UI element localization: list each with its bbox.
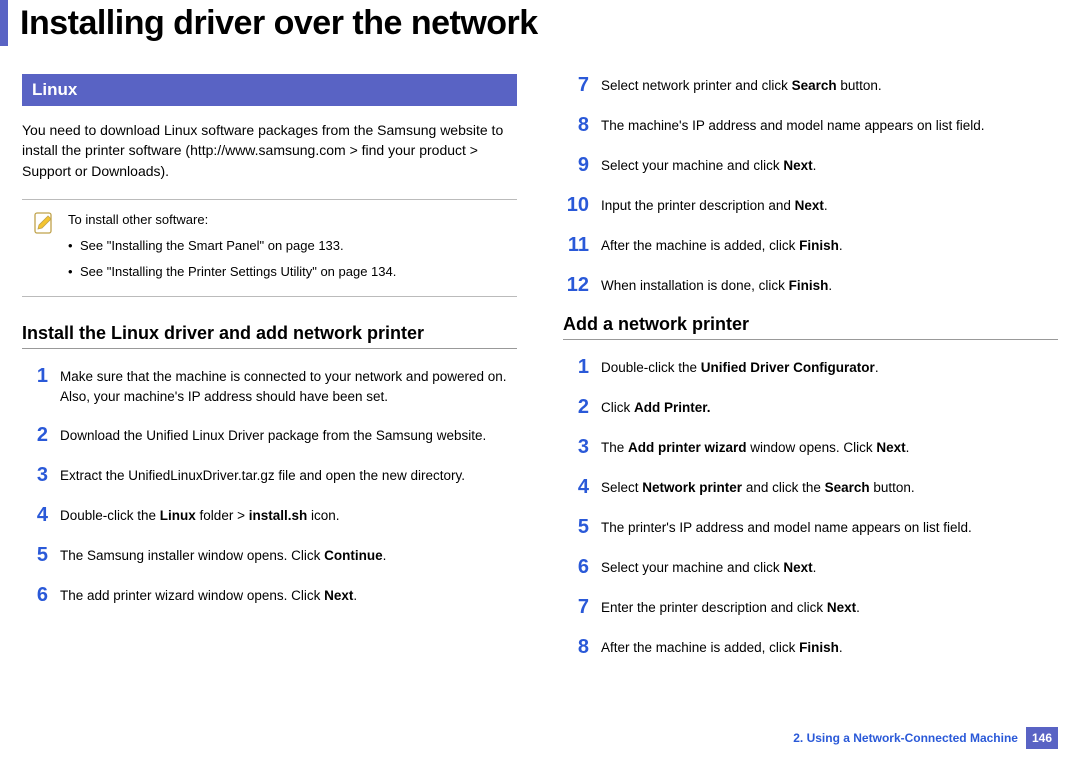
step: 6 Select your machine and click Next. [563,556,1058,578]
step-text: Select your machine and click Next. [601,556,816,578]
note-item-1: See "Installing the Smart Panel" on page… [68,236,396,256]
step: 6 The add printer wizard window opens. Cl… [22,584,517,606]
step-number: 9 [563,154,589,176]
step-number: 11 [563,234,589,256]
step-number: 6 [563,556,589,578]
step: 7 Select network printer and click Search… [563,74,1058,96]
step-number: 7 [563,596,589,618]
step: 1 Make sure that the machine is connected… [22,365,517,406]
step: 8 After the machine is added, click Finis… [563,636,1058,658]
step: 3 The Add printer wizard window opens. Cl… [563,436,1058,458]
steps-right-sub2: 1 Double-click the Unified Driver Configu… [563,356,1058,658]
step-text: The Add printer wizard window opens. Cli… [601,436,909,458]
step-number: 6 [22,584,48,606]
title-accent [0,0,8,46]
step: 12 When installation is done, click Finis… [563,274,1058,296]
step: 4 Double-click the Linux folder > install… [22,504,517,526]
step-number: 8 [563,114,589,136]
step-text: Double-click the Unified Driver Configur… [601,356,879,378]
left-column: Linux You need to download Linux softwar… [22,74,517,676]
step-number: 3 [22,464,48,486]
page-title: Installing driver over the network [20,4,538,43]
step-number: 4 [22,504,48,526]
step: 8 The machine's IP address and model name… [563,114,1058,136]
step-text: Select your machine and click Next. [601,154,816,176]
step-number: 2 [563,396,589,418]
subheading-add-printer: Add a network printer [563,314,1058,340]
step: 1 Double-click the Unified Driver Configu… [563,356,1058,378]
note-item-2: See "Installing the Printer Settings Uti… [68,262,396,282]
step-number: 2 [22,424,48,446]
step-text: After the machine is added, click Finish… [601,636,843,658]
step: 10 Input the printer description and Next… [563,194,1058,216]
step-text: The Samsung installer window opens. Clic… [60,544,386,566]
note-lead: To install other software: [68,212,208,227]
step-text: Input the printer description and Next. [601,194,828,216]
step-text: Enter the printer description and click … [601,596,860,618]
step: 4 Select Network printer and click the Se… [563,476,1058,498]
step-number: 1 [563,356,589,378]
step-text: Make sure that the machine is connected … [60,365,517,406]
step: 3 Extract the UnifiedLinuxDriver.tar.gz f… [22,464,517,486]
steps-right-cont: 7 Select network printer and click Search… [563,74,1058,296]
steps-left: 1 Make sure that the machine is connected… [22,365,517,606]
step-number: 12 [563,274,589,296]
note-box: To install other software: See "Installi… [22,199,517,297]
step-number: 8 [563,636,589,658]
note-icon [30,210,58,238]
subheading-install-driver: Install the Linux driver and add network… [22,323,517,349]
step-text: Download the Unified Linux Driver packag… [60,424,486,446]
step-text: The printer's IP address and model name … [601,516,972,538]
step: 9 Select your machine and click Next. [563,154,1058,176]
intro-paragraph: You need to download Linux software pack… [22,120,517,181]
step-text: After the machine is added, click Finish… [601,234,843,256]
right-column: 7 Select network printer and click Search… [563,74,1058,676]
step-number: 10 [563,194,589,216]
step: 7 Enter the printer description and click… [563,596,1058,618]
step-text: The add printer wizard window opens. Cli… [60,584,357,606]
step-number: 1 [22,365,48,406]
step-number: 7 [563,74,589,96]
step-text: The machine's IP address and model name … [601,114,985,136]
step-text: Select Network printer and click the Sea… [601,476,915,498]
step-number: 5 [22,544,48,566]
step: 5 The Samsung installer window opens. Cli… [22,544,517,566]
step: 2 Click Add Printer. [563,396,1058,418]
step-number: 4 [563,476,589,498]
step-number: 5 [563,516,589,538]
step-text: Extract the UnifiedLinuxDriver.tar.gz fi… [60,464,465,486]
step-text: When installation is done, click Finish. [601,274,832,296]
step: 5 The printer's IP address and model name… [563,516,1058,538]
step-number: 3 [563,436,589,458]
step: 11 After the machine is added, click Fini… [563,234,1058,256]
page-footer: 2. Using a Network-Connected Machine 146 [793,727,1058,749]
footer-page-number: 146 [1026,727,1058,749]
footer-chapter: 2. Using a Network-Connected Machine [793,731,1018,745]
step-text: Click Add Printer. [601,396,711,418]
section-heading-linux: Linux [22,74,517,106]
step: 2 Download the Unified Linux Driver packa… [22,424,517,446]
step-text: Double-click the Linux folder > install.… [60,504,340,526]
step-text: Select network printer and click Search … [601,74,882,96]
